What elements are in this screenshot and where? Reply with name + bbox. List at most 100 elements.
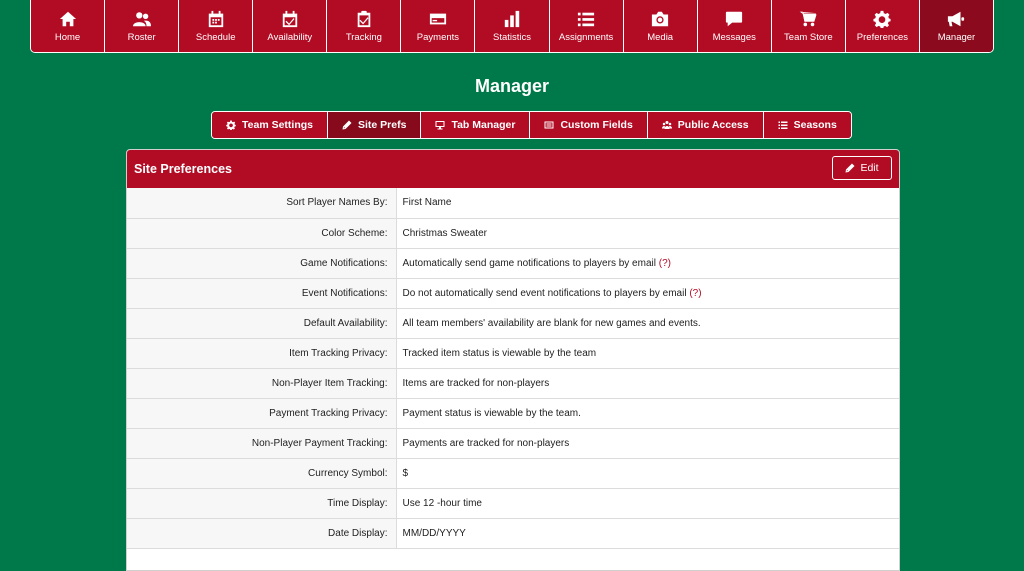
preference-row: Color Scheme: Christmas Sweater	[127, 218, 899, 249]
tab-team-settings[interactable]: Team Settings	[212, 112, 328, 138]
preference-label: Default Availability:	[127, 308, 397, 339]
preference-value: Items are tracked for non-players	[396, 368, 899, 399]
tab-site-prefs[interactable]: Site Prefs	[328, 112, 422, 138]
nav-label: Home	[54, 32, 81, 43]
credit-card-icon	[429, 13, 447, 25]
preference-value: All team members' availability are blank…	[396, 308, 899, 339]
nav-availability[interactable]: Availability	[253, 0, 328, 52]
home-icon	[59, 11, 76, 27]
preference-value: Do not automatically send event notifica…	[396, 278, 899, 309]
bar-chart-icon	[504, 10, 520, 28]
preference-value: Payment status is viewable by the team.	[396, 398, 899, 429]
nav-messages[interactable]: Messages	[697, 0, 772, 52]
nav-label: Team Store	[784, 32, 833, 43]
tab-label: Public Access	[677, 119, 749, 131]
nav-manager[interactable]: Manager	[919, 0, 993, 52]
preference-value: Use 12 -hour time	[396, 488, 899, 519]
megaphone-icon	[948, 11, 965, 27]
nav-preferences[interactable]: Preferences	[845, 0, 920, 52]
preference-row: Sort Player Names By: First Name	[127, 188, 899, 219]
preference-value: Tracked item status is viewable by the t…	[396, 338, 899, 369]
nav-assignments[interactable]: Assignments	[549, 0, 624, 52]
gear-icon	[873, 10, 891, 28]
nav-label: Availability	[267, 32, 313, 43]
tab-label: Tab Manager	[451, 119, 516, 131]
preference-label: Payment Tracking Privacy:	[127, 398, 397, 429]
preference-label: Color Scheme:	[127, 218, 397, 249]
preferences-table: Sort Player Names By: First Name Color Sch…	[127, 188, 899, 549]
preference-label: Event Notifications:	[127, 278, 397, 309]
preference-value-text: Items are tracked for non-players	[402, 377, 550, 389]
preference-label: Time Display:	[127, 488, 397, 519]
preference-value: MM/DD/YYYY	[396, 518, 899, 549]
preference-label: Currency Symbol:	[127, 458, 397, 489]
preference-row: Time Display: Use 12 -hour time	[127, 488, 899, 519]
list-icon	[778, 121, 788, 129]
preference-label: Non-Player Item Tracking:	[127, 368, 397, 399]
preference-value-text: Do not automatically send event notifica…	[402, 287, 687, 299]
preference-label: Date Display:	[127, 518, 397, 549]
preference-row: Non-Player Payment Tracking: Payments are…	[127, 428, 899, 459]
help-link[interactable]: (?)	[659, 258, 671, 269]
manager-subtabs: Team Settings Site Prefs Tab Manager Cus…	[211, 111, 852, 139]
preference-row: Event Notifications: Do not automatically…	[127, 278, 899, 309]
group-icon	[661, 121, 672, 129]
tab-tab-manager[interactable]: Tab Manager	[421, 112, 531, 138]
preference-value: Automatically send game notifications to…	[396, 248, 899, 279]
help-link[interactable]: (?)	[689, 288, 701, 299]
nav-roster[interactable]: Roster	[105, 0, 180, 52]
preference-value-text: Tracked item status is viewable by the t…	[402, 347, 597, 359]
calendar-check-icon	[282, 10, 297, 28]
page-title: Manager	[474, 76, 550, 96]
tab-public-access[interactable]: Public Access	[647, 112, 764, 138]
nav-home[interactable]: Home	[31, 0, 106, 52]
preference-label: Game Notifications:	[127, 248, 397, 279]
nav-label: Tracking	[345, 32, 382, 43]
pencil-icon	[342, 120, 352, 130]
preference-row: Game Notifications: Automatically send ga…	[127, 248, 899, 279]
preference-value: Christmas Sweater	[396, 218, 899, 249]
nav-team-store[interactable]: Team Store	[771, 0, 846, 52]
form-icon	[544, 121, 554, 129]
edit-button[interactable]: Edit	[832, 156, 892, 180]
tab-label: Site Prefs	[358, 119, 407, 131]
preference-label: Item Tracking Privacy:	[127, 338, 397, 369]
nav-label: Media	[647, 32, 674, 43]
preference-value-text: Use 12 -hour time	[402, 497, 482, 509]
nav-label: Manager	[937, 32, 976, 43]
preference-value-text: First Name	[402, 197, 452, 209]
tab-custom-fields[interactable]: Custom Fields	[530, 112, 648, 138]
preference-value-text: All team members' availability are blank…	[402, 317, 701, 329]
nav-payments[interactable]: Payments	[401, 0, 476, 52]
edit-label: Edit	[860, 162, 879, 174]
users-icon	[132, 12, 151, 27]
nav-media[interactable]: Media	[623, 0, 698, 52]
preference-row: Payment Tracking Privacy: Payment status …	[127, 398, 899, 429]
nav-label: Preferences	[856, 32, 909, 43]
nav-label: Schedule	[195, 32, 236, 43]
nav-label: Payments	[416, 32, 460, 43]
preference-value: First Name	[396, 188, 899, 219]
main-nav: Home Roster Schedule Availability Tracki…	[30, 0, 994, 53]
nav-statistics[interactable]: Statistics	[475, 0, 550, 52]
monitor-icon	[435, 121, 445, 130]
preference-value: $	[396, 458, 899, 489]
cart-icon	[799, 11, 817, 27]
gear-icon	[226, 120, 236, 130]
nav-tracking[interactable]: Tracking	[327, 0, 402, 52]
preference-value-text: $	[402, 467, 409, 479]
nav-label: Statistics	[493, 32, 532, 43]
preference-row: Item Tracking Privacy: Tracked item statu…	[127, 338, 899, 369]
chat-icon	[726, 11, 743, 27]
preference-row: Currency Symbol: $	[127, 458, 899, 489]
tab-label: Custom Fields	[560, 119, 633, 131]
preference-value-text: Christmas Sweater	[402, 227, 487, 239]
tab-seasons[interactable]: Seasons	[763, 112, 851, 138]
preference-value-text: MM/DD/YYYY	[402, 527, 466, 539]
preference-value-text: Automatically send game notifications to…	[402, 257, 656, 269]
nav-schedule[interactable]: Schedule	[179, 0, 254, 52]
nav-label: Assignments	[558, 32, 614, 43]
preference-value-text: Payment status is viewable by the team.	[402, 407, 581, 419]
clipboard-check-icon	[357, 10, 371, 28]
nav-label: Messages	[712, 32, 756, 43]
